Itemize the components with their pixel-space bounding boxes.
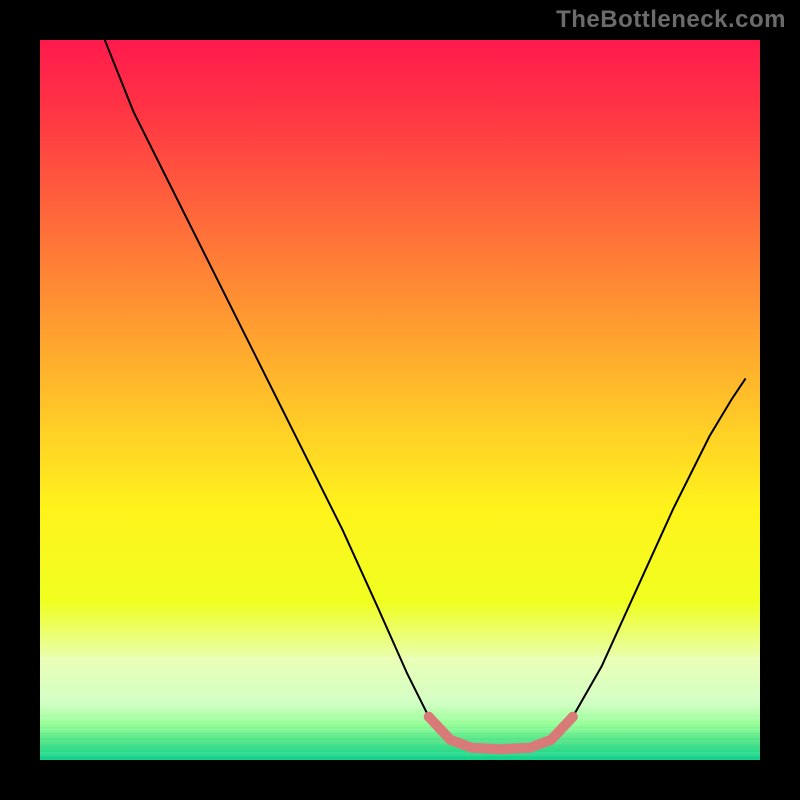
watermark-text: TheBottleneck.com [556,6,786,34]
chart-frame: TheBottleneck.com [0,0,800,800]
gradient-background [40,40,760,760]
chart-svg [40,40,760,760]
highlight-endpoint [424,712,434,722]
chart-plot-area [40,40,760,760]
highlight-endpoint [568,712,578,722]
